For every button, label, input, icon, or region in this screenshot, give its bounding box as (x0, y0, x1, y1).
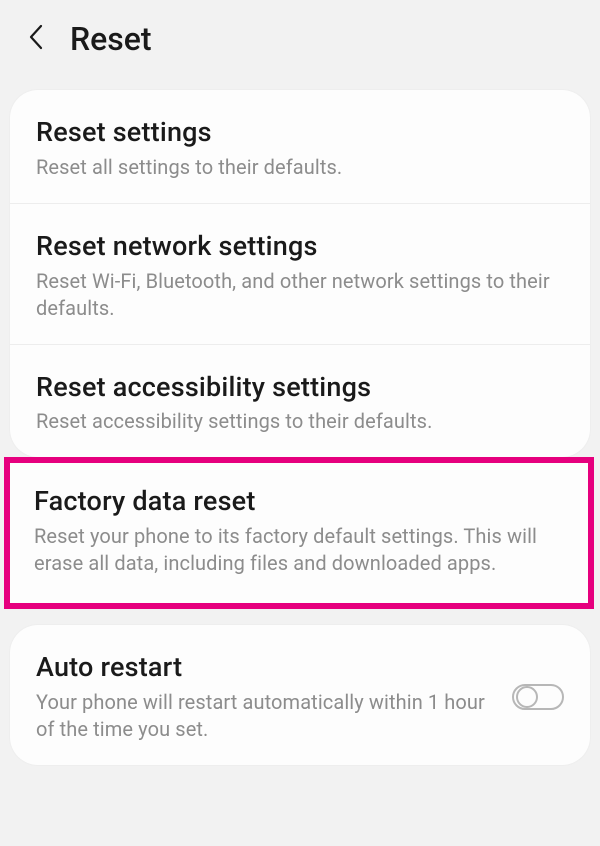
item-title: Reset accessibility settings (36, 371, 564, 405)
item-desc: Reset Wi-Fi, Bluetooth, and other networ… (36, 268, 564, 322)
page-title: Reset (70, 20, 152, 58)
settings-card-auto-restart: Auto restart Your phone will restart aut… (10, 625, 590, 765)
item-auto-restart[interactable]: Auto restart Your phone will restart aut… (10, 625, 590, 765)
highlight-annotation: Factory data reset Reset your phone to i… (4, 457, 594, 609)
item-title: Reset network settings (36, 230, 564, 264)
item-desc: Your phone will restart automatically wi… (36, 689, 492, 743)
item-desc: Reset accessibility settings to their de… (36, 408, 564, 435)
item-desc: Reset your phone to its factory default … (34, 523, 564, 577)
item-reset-accessibility[interactable]: Reset accessibility settings Reset acces… (10, 345, 590, 458)
header: Reset (0, 0, 600, 82)
item-reset-network[interactable]: Reset network settings Reset Wi-Fi, Blue… (10, 204, 590, 345)
back-icon[interactable] (26, 23, 48, 55)
item-reset-settings[interactable]: Reset settings Reset all settings to the… (10, 90, 590, 204)
item-title: Auto restart (36, 651, 492, 685)
settings-card-main: Reset settings Reset all settings to the… (10, 90, 590, 457)
item-title: Reset settings (36, 116, 564, 150)
item-factory-reset[interactable]: Factory data reset Reset your phone to i… (10, 463, 588, 603)
item-desc: Reset all settings to their defaults. (36, 154, 564, 181)
toggle-auto-restart[interactable] (512, 682, 564, 712)
item-title: Factory data reset (34, 485, 564, 519)
